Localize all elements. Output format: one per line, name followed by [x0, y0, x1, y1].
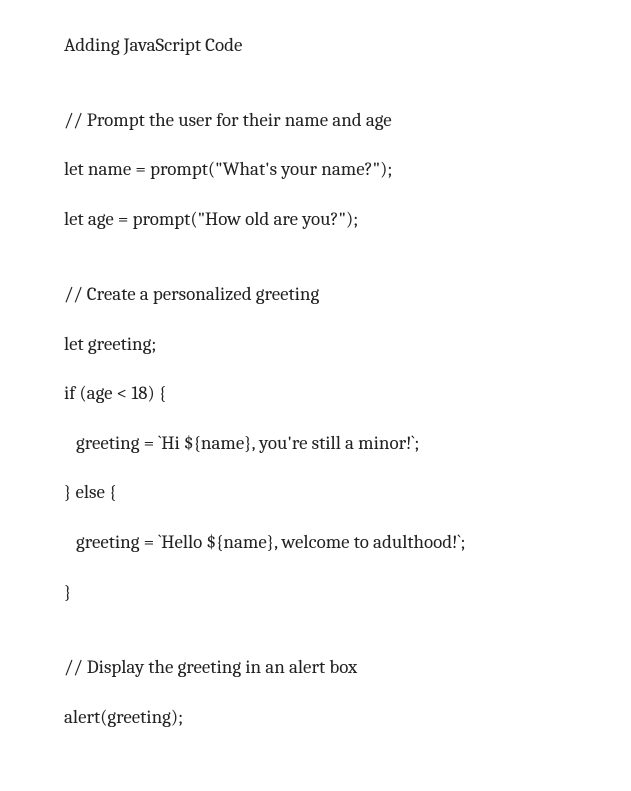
- code-line: greeting = `Hi ${name}, you're still a m…: [64, 430, 579, 458]
- code-line: // Display the greeting in an alert box: [64, 654, 579, 682]
- code-line: let name = prompt("What's your name?");: [64, 156, 579, 184]
- code-line: let age = prompt("How old are you?");: [64, 206, 579, 234]
- code-line: }: [64, 579, 579, 607]
- code-line: greeting = `Hello ${name}, welcome to ad…: [64, 529, 579, 557]
- document-page: Adding JavaScript Code // Prompt the use…: [0, 0, 631, 791]
- code-line: // Create a personalized greeting: [64, 281, 579, 309]
- code-line: if (age < 18) {: [64, 380, 579, 408]
- code-block: // Prompt the user for their name and ag…: [64, 107, 579, 732]
- code-line: let greeting;: [64, 331, 579, 359]
- code-line: } else {: [64, 479, 579, 507]
- page-title: Adding JavaScript Code: [64, 32, 579, 59]
- code-line: alert(greeting);: [64, 704, 579, 732]
- code-line: // Prompt the user for their name and ag…: [64, 107, 579, 135]
